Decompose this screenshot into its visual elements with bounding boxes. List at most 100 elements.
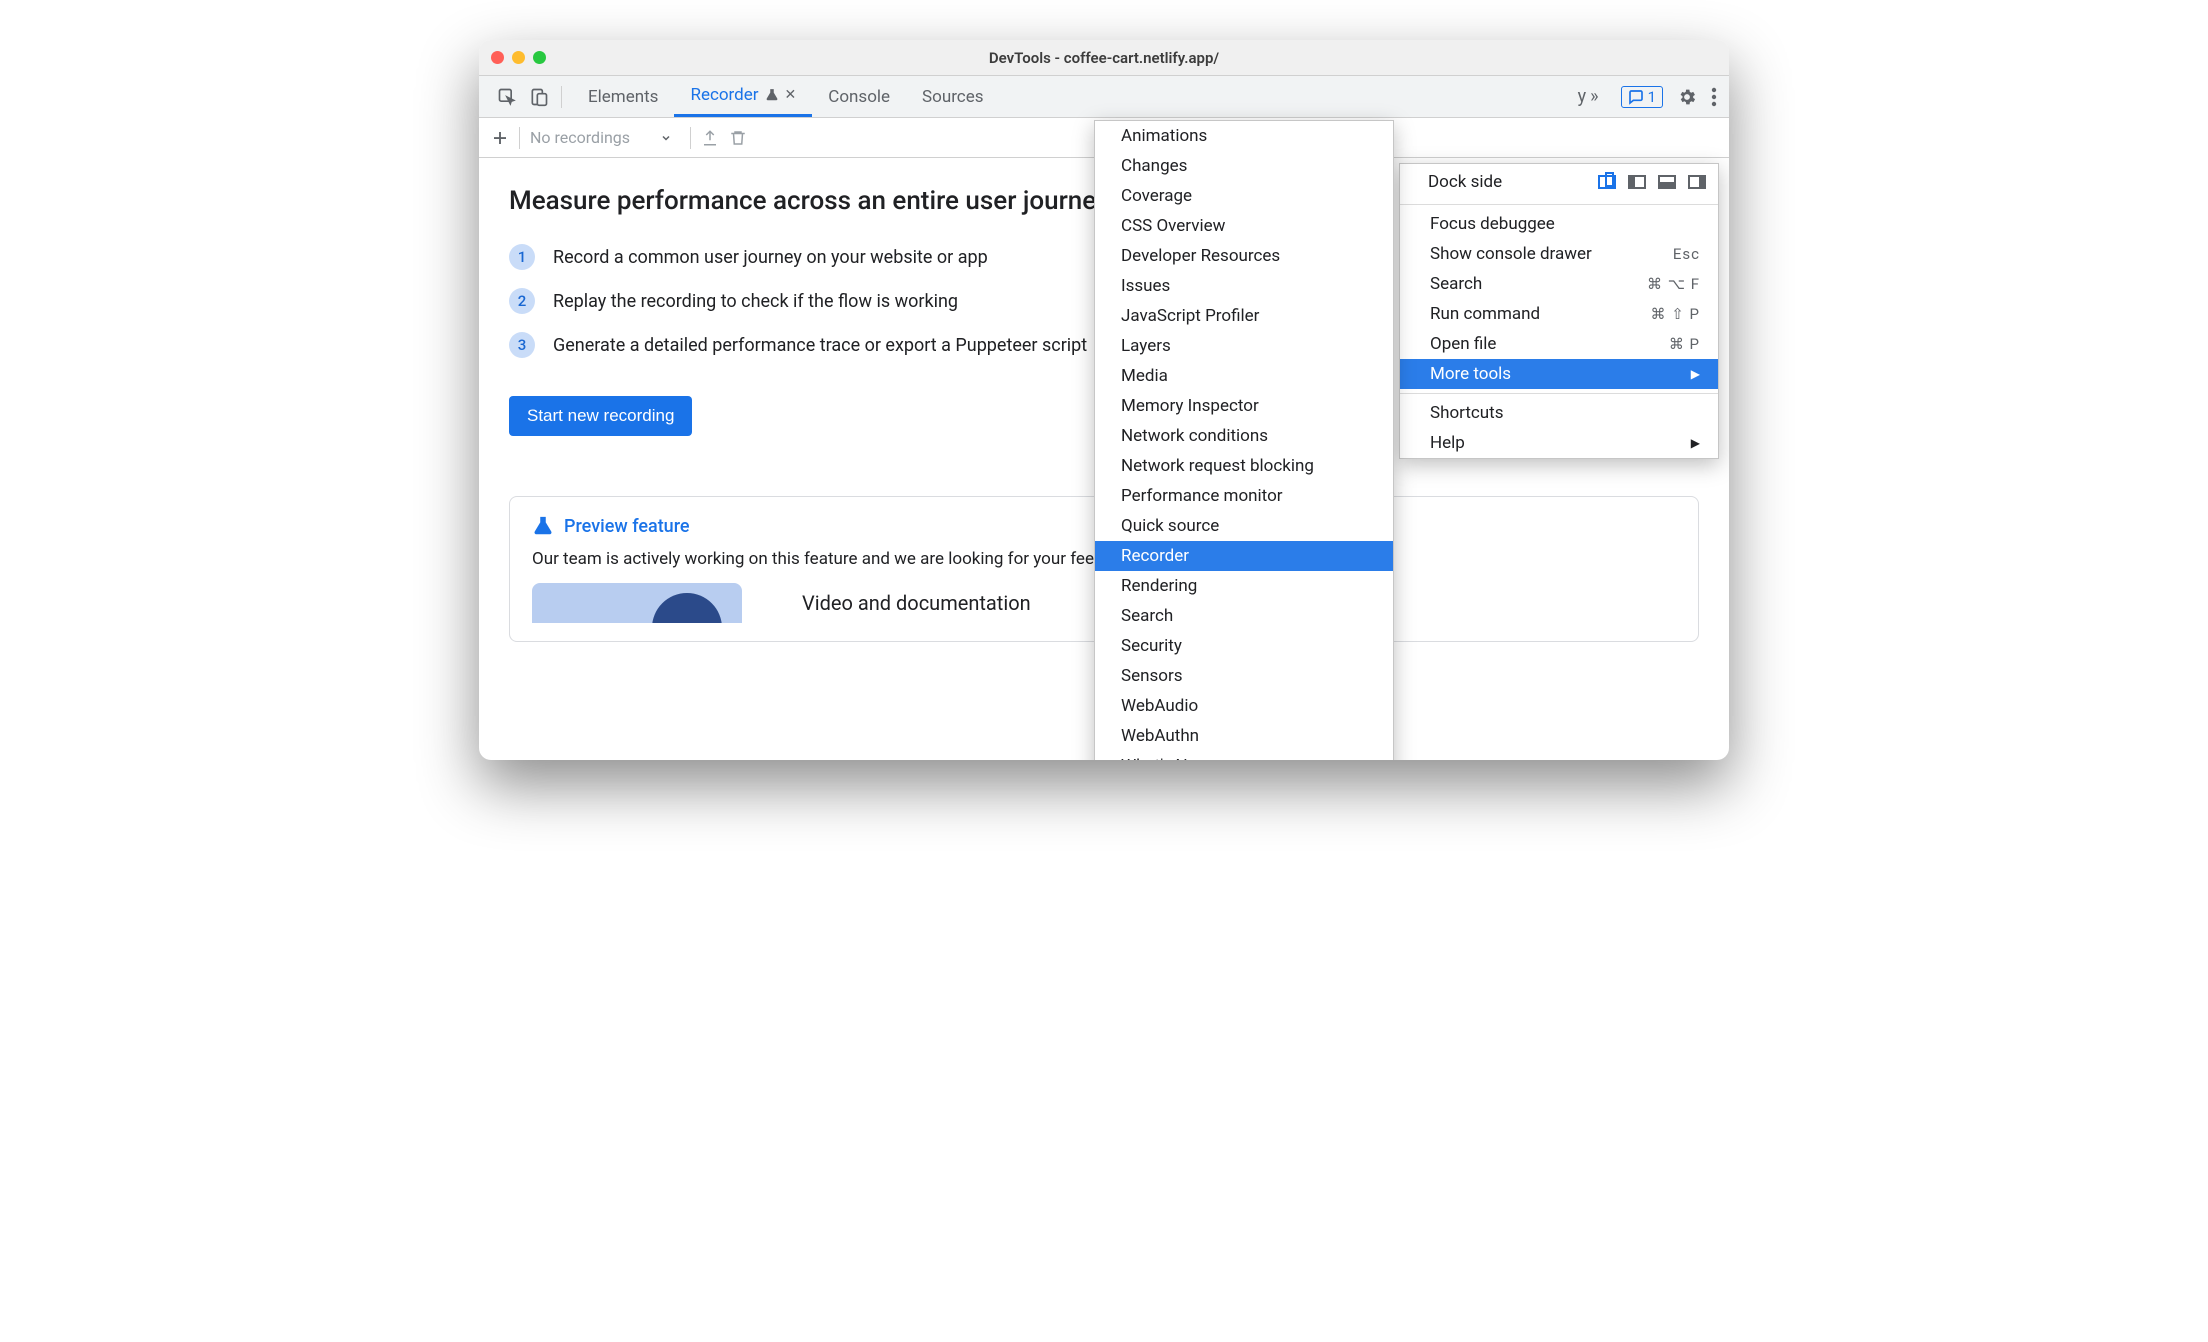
menu-item-shortcuts[interactable]: Shortcuts — [1400, 398, 1718, 428]
video-thumbnail[interactable] — [532, 583, 742, 623]
menu-item-label: Focus debuggee — [1430, 214, 1555, 234]
tools-item-webaudio[interactable]: WebAudio — [1095, 691, 1393, 721]
tools-item-layers[interactable]: Layers — [1095, 331, 1393, 361]
tools-item-label: Performance monitor — [1121, 486, 1283, 506]
step-number: 1 — [509, 244, 535, 270]
tools-item-label: WebAudio — [1121, 696, 1198, 716]
inspect-element-icon[interactable] — [497, 87, 517, 107]
submenu-arrow-icon: ▶ — [1691, 367, 1700, 381]
settings-gear-icon[interactable] — [1677, 87, 1697, 107]
add-recording-icon[interactable] — [491, 129, 509, 147]
divider — [690, 127, 691, 149]
dock-side-label: Dock side — [1428, 172, 1502, 192]
dock-undock-icon[interactable] — [1598, 175, 1616, 189]
tools-item-label: Developer Resources — [1121, 246, 1280, 266]
tools-item-label: Changes — [1121, 156, 1187, 176]
start-recording-button[interactable]: Start new recording — [509, 396, 692, 436]
chevron-double-right-icon: » — [1590, 86, 1598, 107]
tools-item-label: Network request blocking — [1121, 456, 1314, 476]
tools-item-coverage[interactable]: Coverage — [1095, 181, 1393, 211]
tools-item-label: Animations — [1121, 126, 1207, 146]
menu-item-shortcut: ⌘ P — [1669, 335, 1700, 353]
dock-right-icon[interactable] — [1688, 175, 1706, 189]
step-number: 2 — [509, 288, 535, 314]
tools-item-quick-source[interactable]: Quick source — [1095, 511, 1393, 541]
tools-item-rendering[interactable]: Rendering — [1095, 571, 1393, 601]
tools-item-developer-resources[interactable]: Developer Resources — [1095, 241, 1393, 271]
tools-item-changes[interactable]: Changes — [1095, 151, 1393, 181]
main-menu: Dock side Focus debuggee Show console dra… — [1399, 163, 1719, 459]
tab-recorder[interactable]: Recorder ✕ — [674, 76, 812, 117]
dock-bottom-icon[interactable] — [1658, 175, 1676, 189]
divider — [519, 127, 520, 149]
submenu-arrow-icon: ▶ — [1691, 436, 1700, 450]
menu-item-shortcut: ⌘ ⇧ P — [1651, 305, 1700, 323]
menu-item-label: Open file — [1430, 334, 1496, 354]
tab-label: Sources — [922, 87, 983, 107]
menu-item-label: Run command — [1430, 304, 1540, 324]
menu-item-shortcut: ⌘ ⌥ F — [1647, 275, 1700, 293]
issues-badge[interactable]: 1 — [1621, 86, 1663, 108]
chevron-down-icon — [660, 132, 672, 144]
tab-label: Elements — [588, 87, 658, 107]
tools-item-issues[interactable]: Issues — [1095, 271, 1393, 301]
menu-item-run-command[interactable]: Run command ⌘ ⇧ P — [1400, 299, 1718, 329]
tab-label: Recorder — [690, 85, 758, 105]
tools-item-label: Layers — [1121, 336, 1171, 356]
toggle-device-toolbar-icon[interactable] — [529, 87, 549, 107]
overflow-tab-indicator[interactable]: y » — [1570, 86, 1607, 107]
recordings-placeholder: No recordings — [530, 128, 630, 147]
tools-item-network-request-blocking[interactable]: Network request blocking — [1095, 451, 1393, 481]
tools-item-label: Network conditions — [1121, 426, 1268, 446]
menu-item-focus-debuggee[interactable]: Focus debuggee — [1400, 209, 1718, 239]
tools-item-search[interactable]: Search — [1095, 601, 1393, 631]
menu-separator — [1400, 393, 1718, 394]
dock-left-icon[interactable] — [1628, 175, 1646, 189]
menu-item-search[interactable]: Search⌘ ⌥ F — [1400, 269, 1718, 299]
menu-item-show-console-drawer[interactable]: Show console drawerEsc — [1400, 239, 1718, 269]
tab-console[interactable]: Console — [812, 76, 906, 117]
tab-sources[interactable]: Sources — [906, 76, 999, 117]
tools-item-label: Media — [1121, 366, 1168, 386]
tools-item-label: Memory Inspector — [1121, 396, 1259, 416]
tools-item-css-overview[interactable]: CSS Overview — [1095, 211, 1393, 241]
overflow-tab-label: y — [1578, 86, 1587, 107]
message-icon — [1628, 89, 1644, 105]
tools-item-javascript-profiler[interactable]: JavaScript Profiler — [1095, 301, 1393, 331]
menu-item-open-file[interactable]: Open file ⌘ P — [1400, 329, 1718, 359]
tools-item-memory-inspector[interactable]: Memory Inspector — [1095, 391, 1393, 421]
menu-item-more-tools[interactable]: More tools▶ — [1400, 359, 1718, 389]
tab-label: Console — [828, 87, 890, 107]
kebab-menu-icon[interactable] — [1711, 87, 1717, 107]
menu-separator — [1400, 204, 1718, 205]
tools-item-label: JavaScript Profiler — [1121, 306, 1259, 326]
tools-item-label: Issues — [1121, 276, 1170, 296]
flask-icon — [765, 88, 779, 102]
divider — [561, 86, 562, 108]
tools-item-animations[interactable]: Animations — [1095, 121, 1393, 151]
step-text: Replay the recording to check if the flo… — [553, 291, 958, 312]
tools-item-network-conditions[interactable]: Network conditions — [1095, 421, 1393, 451]
tools-item-what-s-new[interactable]: What's New — [1095, 751, 1393, 760]
export-icon[interactable] — [701, 129, 719, 147]
menu-item-help[interactable]: Help ▶ — [1400, 428, 1718, 458]
close-tab-icon[interactable]: ✕ — [785, 87, 797, 103]
titlebar: DevTools - coffee-cart.netlify.app/ — [479, 40, 1729, 76]
tools-item-sensors[interactable]: Sensors — [1095, 661, 1393, 691]
menu-item-label: Help — [1430, 433, 1465, 453]
preview-title: Preview feature — [564, 516, 690, 537]
delete-icon[interactable] — [729, 129, 747, 147]
tools-item-label: What's New — [1121, 756, 1209, 760]
more-tools-menu: Animations Changes CoverageCSS Overview Dev… — [1094, 120, 1394, 760]
step-text: Generate a detailed performance trace or… — [553, 335, 1087, 356]
devtools-window: DevTools - coffee-cart.netlify.app/ Elem… — [479, 40, 1729, 760]
tools-item-webauthn[interactable]: WebAuthn — [1095, 721, 1393, 751]
dock-side-row: Dock side — [1400, 164, 1718, 200]
recordings-dropdown[interactable]: No recordings — [530, 128, 680, 147]
tools-item-media[interactable]: Media — [1095, 361, 1393, 391]
tools-item-label: Rendering — [1121, 576, 1197, 596]
tools-item-performance-monitor[interactable]: Performance monitor — [1095, 481, 1393, 511]
tools-item-recorder[interactable]: Recorder — [1095, 541, 1393, 571]
tools-item-security[interactable]: Security — [1095, 631, 1393, 661]
tab-elements[interactable]: Elements — [572, 76, 674, 117]
